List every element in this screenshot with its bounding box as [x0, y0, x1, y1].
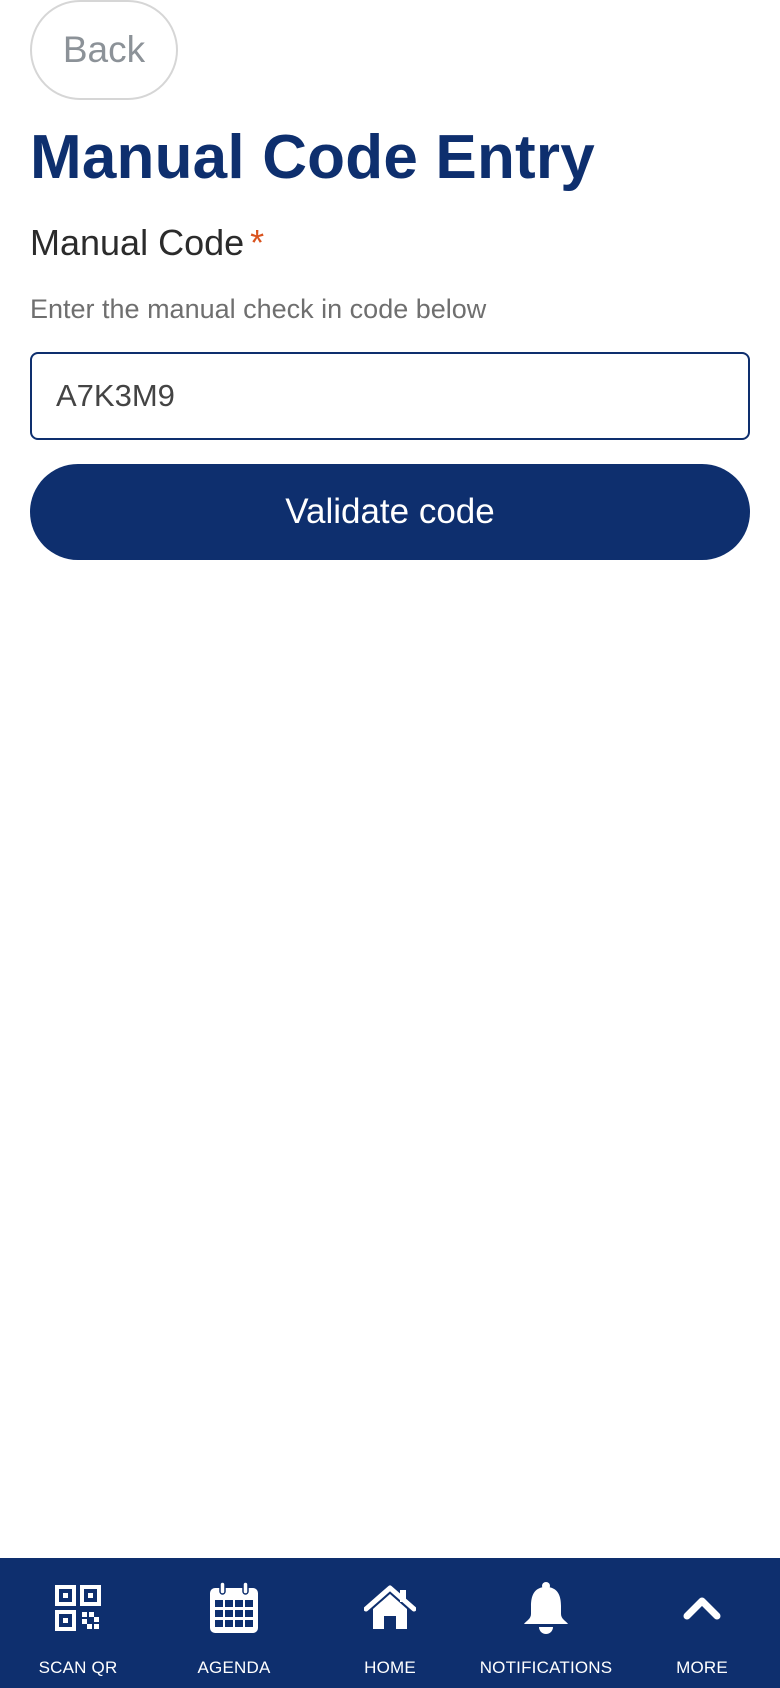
bell-icon — [518, 1580, 574, 1636]
nav-item-agenda[interactable]: AGENDA — [156, 1558, 312, 1688]
nav-label-agenda: AGENDA — [197, 1658, 271, 1677]
field-label-text: Manual Code — [30, 222, 245, 263]
nav-label-scan-qr: SCAN QR — [38, 1658, 118, 1677]
nav-label-home: HOME — [364, 1658, 416, 1677]
back-button[interactable]: Back — [30, 0, 178, 100]
nav-label-notifications: NOTIFICATIONS — [479, 1658, 613, 1677]
home-icon — [362, 1580, 418, 1636]
nav-item-notifications[interactable]: NOTIFICATIONS — [468, 1558, 624, 1688]
manual-code-entry-screen: Back Manual Code Entry Manual Code * Ente… — [0, 0, 780, 1688]
page-title: Manual Code Entry — [30, 123, 595, 192]
calendar-icon — [206, 1580, 262, 1636]
validate-code-button[interactable]: Validate code — [30, 464, 750, 560]
nav-item-more[interactable]: MORE — [624, 1558, 780, 1688]
manual-code-label: Manual Code * — [30, 222, 264, 264]
chevron-up-icon — [674, 1580, 730, 1636]
field-help-text: Enter the manual check in code below — [30, 294, 487, 324]
nav-label-more: MORE — [676, 1658, 728, 1677]
nav-item-home[interactable]: HOME — [312, 1558, 468, 1688]
bottom-nav: SCAN QR AGENDA HOME NOTIFICATIONS MORE — [0, 1558, 780, 1688]
manual-code-input[interactable] — [30, 352, 750, 440]
required-indicator: * — [250, 222, 265, 263]
nav-item-scan-qr[interactable]: SCAN QR — [0, 1558, 156, 1688]
qr-code-icon — [50, 1580, 106, 1636]
